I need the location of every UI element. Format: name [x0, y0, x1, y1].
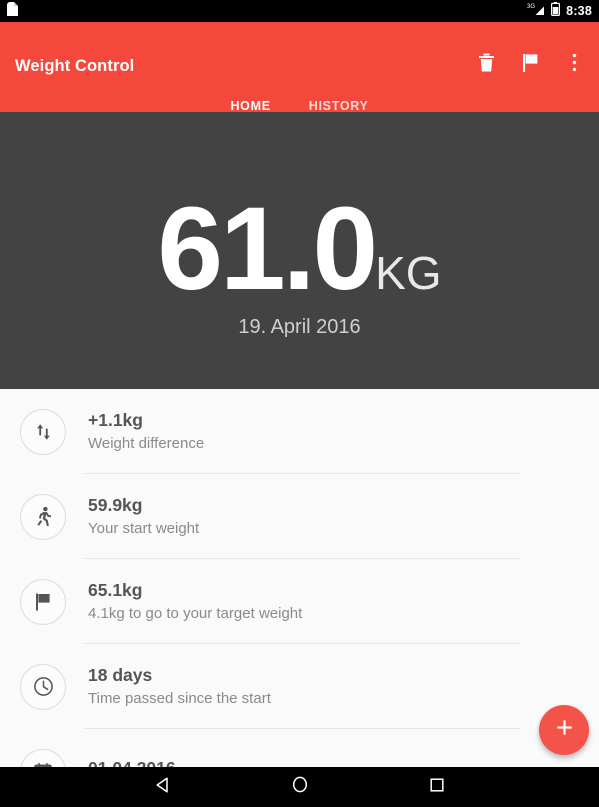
app-screen: 3G 8:38 Weight Control HOME HISTORY 61.0…: [0, 0, 599, 807]
nav-recents-button[interactable]: [416, 767, 458, 807]
list-item-subtitle: 4.1kg to go to your target weight: [88, 604, 303, 622]
trash-icon: [478, 53, 495, 77]
list-item-text: 59.9kg Your start weight: [88, 497, 199, 536]
svg-text:3G: 3G: [527, 4, 535, 10]
compare-arrows-icon: [20, 408, 66, 455]
list-item-text: +1.1kg Weight difference: [88, 412, 204, 451]
list-item-subtitle: Weight difference: [88, 434, 205, 452]
target-button[interactable]: [515, 50, 545, 80]
current-weight-date: 19. April 2016: [238, 316, 361, 338]
current-weight-panel: 61.0KG 19. April 2016: [0, 112, 599, 389]
list-item[interactable]: 18 days Time passed since the start: [0, 644, 599, 729]
signal-3g-icon: 3G: [527, 2, 545, 21]
list-item-title: 18 days: [88, 665, 153, 686]
list-item-title: +1.1kg: [88, 410, 143, 431]
list-item-subtitle: Time passed since the start: [88, 689, 271, 707]
status-bar-clock: 8:38: [566, 3, 592, 18]
delete-button[interactable]: [471, 50, 501, 80]
list-item-title: 59.9kg: [88, 495, 143, 516]
list-item[interactable]: 59.9kg Your start weight: [0, 474, 599, 559]
list-item-text: 65.1kg 4.1kg to go to your target weight: [88, 582, 302, 621]
plus-icon: [555, 718, 574, 742]
triangle-back-icon: [154, 776, 171, 799]
running-person-icon: [20, 493, 66, 540]
status-bar: 3G 8:38: [0, 0, 599, 22]
square-recents-icon: [429, 777, 445, 798]
app-title: Weight Control: [15, 57, 135, 75]
list-item[interactable]: +1.1kg Weight difference: [0, 389, 599, 474]
clock-icon: [20, 663, 66, 710]
list-item-title: 65.1kg: [88, 580, 143, 601]
list-item-text: 18 days Time passed since the start: [88, 667, 271, 706]
more-vertical-icon: [572, 53, 577, 77]
list-item-subtitle: Your start weight: [88, 519, 200, 537]
flag-icon: [20, 578, 66, 625]
system-navigation-bar: [0, 767, 599, 807]
overflow-menu-button[interactable]: [559, 50, 589, 80]
list-item[interactable]: 65.1kg 4.1kg to go to your target weight: [0, 559, 599, 644]
current-weight-unit: KG: [375, 247, 442, 299]
status-bar-right: 3G 8:38: [527, 1, 592, 21]
nav-home-button[interactable]: [279, 767, 321, 807]
flag-icon: [522, 53, 539, 77]
app-bar: Weight Control HOME HISTORY: [0, 22, 599, 124]
status-bar-left: [7, 1, 18, 21]
nav-back-button[interactable]: [142, 767, 184, 807]
stats-list: +1.1kg Weight difference 59.9kg Your sta…: [0, 389, 599, 807]
current-weight-value: 61.0: [157, 183, 378, 315]
current-weight-display: 61.0KG: [0, 190, 599, 308]
app-bar-actions: [471, 50, 589, 80]
sd-card-icon: [7, 1, 18, 21]
add-entry-fab[interactable]: [539, 705, 589, 755]
circle-home-icon: [291, 775, 309, 799]
battery-icon: [551, 1, 561, 21]
